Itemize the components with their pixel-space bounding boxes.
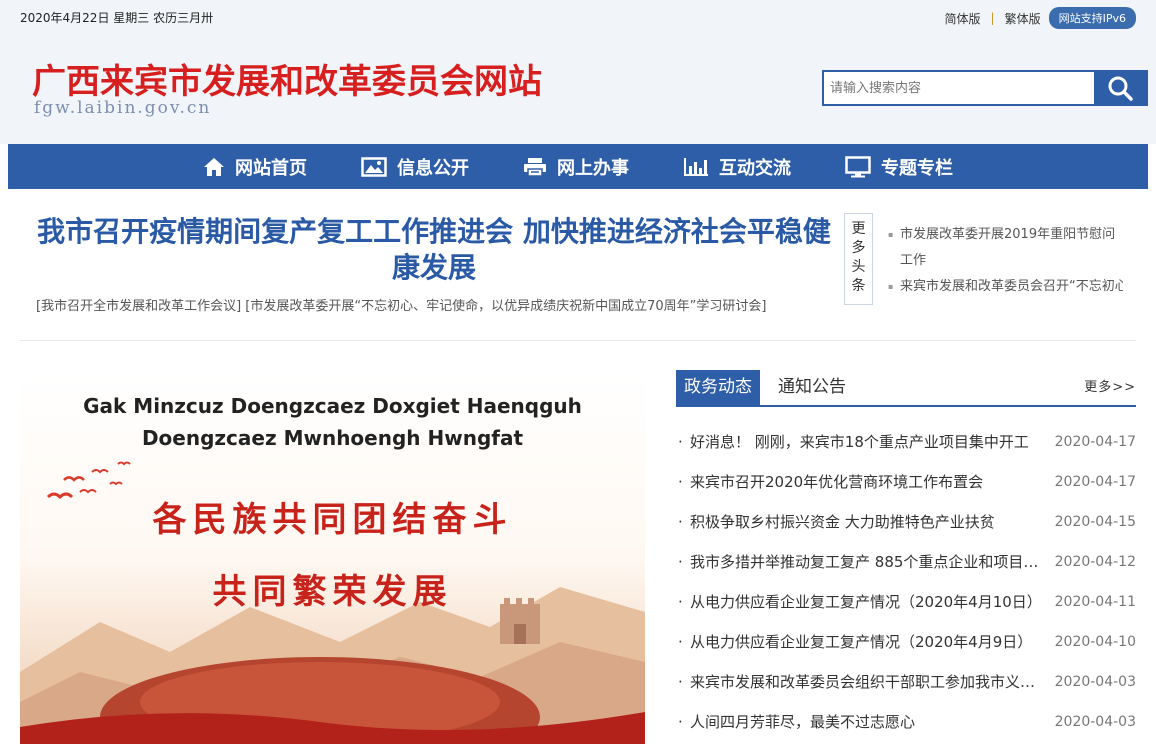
more-headlines-button[interactable]: 更多头条 — [844, 213, 873, 305]
printer-icon — [524, 157, 546, 177]
monitor-icon — [845, 155, 871, 177]
nav-item-online-service[interactable]: 网上办事 — [523, 154, 629, 180]
side-headline-item[interactable]: 来宾市发展和改革委员会召开“不忘初心、牢记使命”主题教育 — [888, 274, 1123, 300]
news-date: 2020-04-11 — [1054, 594, 1136, 610]
list-item[interactable]: 人间四月芳菲尽，最美不过志愿心 2020-04-03 — [676, 702, 1136, 742]
news-date: 2020-04-17 — [1054, 474, 1136, 490]
nav-item-info[interactable]: 信息公开 — [361, 154, 469, 180]
side-headline-item[interactable]: 市发展改革委开展2019年重阳节慰问工作 — [888, 222, 1123, 274]
nav-item-label: 网站首页 — [235, 157, 307, 179]
nav-item-label: 信息公开 — [397, 157, 469, 179]
news-date: 2020-04-17 — [1054, 434, 1136, 450]
tab-notices[interactable]: 通知公告 — [770, 370, 854, 405]
news-date: 2020-04-03 — [1054, 714, 1136, 730]
news-title[interactable]: 从电力供应看企业复工复产情况（2020年4月10日） — [676, 582, 1042, 622]
news-title[interactable]: 好消息！ 刚刚，来宾市18个重点产业项目集中开工 — [676, 422, 1042, 462]
search-button[interactable] — [1094, 72, 1146, 104]
banner-zhuang-line-2: Doengzcaez Mwnhoengh Hwngfat — [141, 426, 524, 450]
news-list: 好消息！ 刚刚，来宾市18个重点产业项目集中开工 2020-04-17 来宾市召开… — [676, 422, 1136, 742]
news-title[interactable]: 从电力供应看企业复工复产情况（2020年4月9日） — [676, 622, 1042, 662]
news-date: 2020-04-15 — [1054, 514, 1136, 530]
list-item[interactable]: 来宾市发展和改革委员会组织干部职工参加我市义务植树 2020-04-03 — [676, 662, 1136, 702]
news-title[interactable]: 人间四月芳菲尽，最美不过志愿心 — [676, 702, 1042, 742]
search-input[interactable] — [824, 72, 1094, 104]
news-title[interactable]: 我市多措并举推动复工复产 885个重点企业和项目复工 — [676, 542, 1042, 582]
nav-item-interaction[interactable]: 互动交流 — [683, 154, 791, 180]
main-nav: 网站首页 信息公开 网上办事 互动交流 专题专栏 — [8, 144, 1148, 189]
traditional-chinese-link[interactable]: 繁体版 — [1005, 10, 1041, 27]
banner-slogan-line-2: 共同繁荣发展 — [212, 572, 453, 612]
image-icon — [361, 156, 387, 177]
nav-item-label: 专题专栏 — [881, 157, 953, 179]
site-title[interactable]: 广西来宾市发展和改革委员会网站 — [32, 54, 542, 103]
headline-title[interactable]: 我市召开疫情期间复产复工工作推进会 加快推进经济社会平稳健康发展 — [30, 214, 838, 286]
nav-item-label: 互动交流 — [719, 157, 791, 179]
ipv6-badge: 网站支持IPv6 — [1048, 7, 1136, 29]
list-item[interactable]: 好消息！ 刚刚，来宾市18个重点产业项目集中开工 2020-04-17 — [676, 422, 1136, 462]
list-item[interactable]: 积极争取乡村振兴资金 大力助推特色产业扶贫 2020-04-15 — [676, 502, 1136, 542]
nav-item-special-topics[interactable]: 专题专栏 — [845, 154, 953, 180]
list-item[interactable]: 来宾市召开2020年优化营商环境工作布置会 2020-04-17 — [676, 462, 1136, 502]
top-bar: 2020年4月22日 星期三 农历三月卅 简体版 | 繁体版 网站支持IPv6 — [0, 0, 1156, 32]
list-item[interactable]: 从电力供应看企业复工复产情况（2020年4月9日） 2020-04-10 — [676, 622, 1136, 662]
news-title[interactable]: 来宾市召开2020年优化营商环境工作布置会 — [676, 462, 1042, 502]
news-date: 2020-04-03 — [1054, 674, 1136, 690]
news-more-link[interactable]: 更多>> — [1084, 376, 1136, 395]
news-date: 2020-04-12 — [1054, 554, 1136, 570]
site-domain: fgw.laibin.gov.cn — [34, 98, 212, 118]
section-divider — [20, 340, 1136, 341]
news-date: 2020-04-10 — [1054, 634, 1136, 650]
site-header: 广西来宾市发展和改革委员会网站 fgw.laibin.gov.cn — [0, 32, 1156, 144]
banner-slogan-line-1: 各民族共同团结奋斗 — [152, 500, 513, 540]
search-icon — [1108, 76, 1133, 101]
home-icon — [204, 157, 224, 176]
nav-item-home[interactable]: 网站首页 — [203, 154, 307, 180]
banner-zhuang-line-1: Gak Minzcuz Doengzcaez Doxgiet Haenqguh — [83, 394, 582, 418]
news-tabs: 政务动态 通知公告 更多>> — [676, 370, 1136, 407]
bar-chart-icon — [684, 157, 708, 176]
news-title[interactable]: 积极争取乡村振兴资金 大力助推特色产业扶贫 — [676, 502, 1042, 542]
nav-item-label: 网上办事 — [557, 157, 629, 179]
headline-sub-links[interactable]: [我市召开全市发展和改革工作会议] [市发展改革委开展“不忘初心、牢记使命，以优… — [36, 295, 836, 314]
current-date: 2020年4月22日 星期三 农历三月卅 — [20, 11, 214, 25]
tab-government-news[interactable]: 政务动态 — [676, 370, 760, 405]
link-separator: | — [990, 11, 995, 25]
search-box — [822, 70, 1148, 106]
top-links: 简体版 | 繁体版 网站支持IPv6 — [945, 7, 1136, 29]
banner-image[interactable]: Gak Minzcuz Doengzcaez Doxgiet Haenqguh … — [20, 372, 645, 744]
simplified-chinese-link[interactable]: 简体版 — [945, 10, 981, 27]
list-item[interactable]: 从电力供应看企业复工复产情况（2020年4月10日） 2020-04-11 — [676, 582, 1136, 622]
news-title[interactable]: 来宾市发展和改革委员会组织干部职工参加我市义务植树 — [676, 662, 1042, 702]
side-headline-list: 市发展改革委开展2019年重阳节慰问工作 来宾市发展和改革委员会召开“不忘初心、… — [888, 222, 1123, 300]
list-item[interactable]: 我市多措并举推动复工复产 885个重点企业和项目复工 2020-04-12 — [676, 542, 1136, 582]
